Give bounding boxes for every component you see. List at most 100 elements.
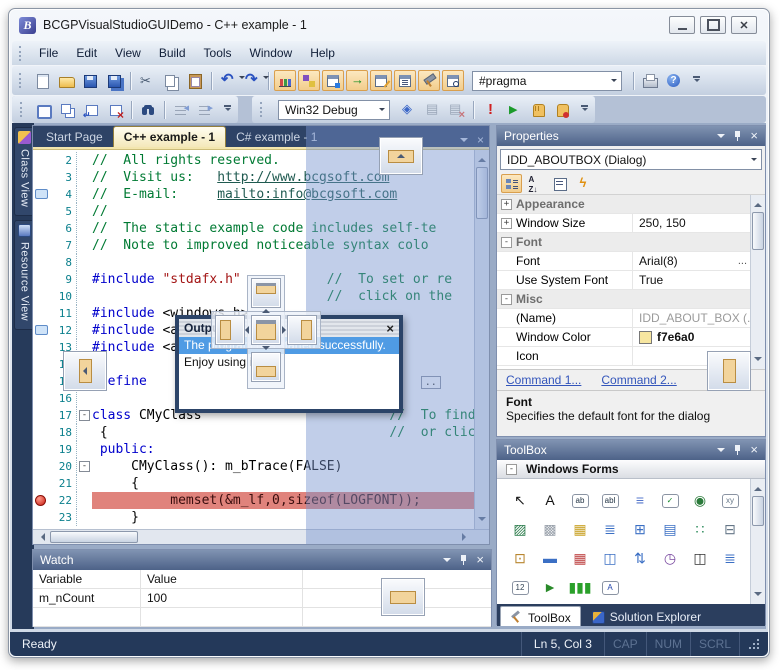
properties-scrollbar[interactable] [750, 195, 765, 369]
code-text[interactable]: memset(&m_lf,0,sizeof(LOGFONT)); [92, 492, 474, 509]
dock-edge-right[interactable] [707, 351, 751, 391]
toolbox-item-splitter[interactable]: ◫ [602, 550, 619, 567]
titlebar[interactable]: B BCGPVisualStudioGUIDemo - C++ example … [9, 9, 769, 41]
document-tab[interactable]: C# example - 1 [226, 127, 327, 147]
output-list-button[interactable] [394, 70, 416, 91]
fold-margin[interactable] [77, 220, 92, 237]
line-margin[interactable] [33, 203, 51, 220]
object-selector-combo[interactable]: IDD_ABOUTBOX (Dialog) [500, 149, 762, 170]
toolbox-item-combobox[interactable]: ▤ [662, 521, 679, 538]
minimize-button[interactable] [669, 16, 695, 34]
toolbox-item-checked-listbox[interactable]: ⊞ [632, 521, 649, 538]
chart-button[interactable] [274, 70, 296, 91]
breakpoint-icon[interactable] [35, 495, 46, 506]
open-file-button[interactable] [55, 70, 77, 91]
code-text[interactable]: { // or click on [92, 424, 474, 441]
auto-hide-pin-icon[interactable] [459, 555, 468, 566]
toolbox-item-rich-textbox[interactable]: A [602, 581, 619, 595]
code-text[interactable]: { [92, 475, 474, 492]
redo-button[interactable] [241, 70, 263, 91]
undo-button[interactable] [217, 70, 239, 91]
document-tab[interactable]: Start Page [36, 127, 113, 147]
line-margin[interactable] [33, 152, 51, 169]
command-link[interactable]: Command 1... [506, 373, 581, 387]
toolbox-item-numeric-updown[interactable]: 12 [512, 581, 529, 595]
code-text[interactable]: // The static example code includes self… [92, 220, 474, 237]
toolbox-item-tree-view[interactable]: ⊟ [722, 521, 739, 538]
line-margin[interactable] [33, 356, 51, 373]
indent-dec-button[interactable] [170, 99, 192, 120]
scroll-up-icon[interactable] [754, 199, 762, 207]
save-button[interactable] [79, 70, 101, 91]
line-margin[interactable] [33, 271, 51, 288]
dock-guide-right[interactable] [287, 315, 317, 345]
alphabetical-sort-button[interactable] [525, 174, 546, 193]
toolbar-grip[interactable] [260, 102, 264, 117]
stop-build-button[interactable] [446, 99, 468, 120]
property-pages-button[interactable] [549, 174, 570, 193]
property-value[interactable]: f7e6a0 [632, 328, 750, 346]
fold-margin[interactable] [77, 203, 92, 220]
toolbox-item-radio-button[interactable]: ◉ [692, 492, 709, 509]
expander-icon[interactable]: - [501, 237, 512, 248]
line-margin[interactable] [33, 237, 51, 254]
scroll-down-icon[interactable] [754, 357, 762, 365]
paste-button[interactable] [184, 70, 206, 91]
code-text[interactable]: public: [92, 441, 474, 458]
toolbox-item-progress-bar[interactable]: ▮▮▮ [568, 579, 591, 596]
menu-help[interactable]: Help [301, 42, 344, 64]
toolbox-group-header[interactable]: - Windows Forms [497, 460, 765, 479]
menu-file[interactable]: File [30, 42, 67, 64]
property-value[interactable]: 250, 150 [632, 214, 750, 232]
save-all-button[interactable] [103, 70, 125, 91]
toolbox-item-toolbar[interactable]: ▬ [542, 550, 559, 567]
property-row[interactable]: Use System FontTrue [497, 271, 765, 290]
menu-window[interactable]: Window [241, 42, 302, 64]
help-button[interactable] [663, 70, 685, 91]
build-button[interactable] [422, 99, 444, 120]
line-margin[interactable] [33, 186, 51, 203]
close-output-icon[interactable] [386, 321, 394, 336]
dock-guide-center[interactable] [251, 315, 281, 345]
dock-edge-top[interactable] [379, 137, 423, 175]
dock-edge-bottom[interactable] [381, 578, 425, 616]
fold-margin[interactable] [77, 305, 92, 322]
document-list-dropdown-icon[interactable] [460, 135, 468, 146]
watch-column-header[interactable]: Value [141, 570, 303, 588]
sidebar-tab-class-view[interactable]: Class View [14, 127, 34, 216]
watch-header[interactable]: Watch [33, 550, 491, 570]
auto-hide-pin-icon[interactable] [733, 131, 742, 142]
maximize-button[interactable] [700, 16, 726, 34]
line-margin[interactable] [33, 492, 51, 509]
toolbox-item-list-control[interactable]: ≣ [722, 550, 739, 567]
line-margin[interactable] [33, 220, 51, 237]
configuration-combo[interactable]: Win32 Debug [278, 100, 390, 120]
toolbar-grip[interactable] [19, 73, 23, 88]
code-text[interactable] [92, 254, 474, 271]
toolbox-item-panel[interactable]: ▩ [542, 521, 559, 538]
scroll-right-icon[interactable] [462, 533, 470, 541]
window-arrange-button[interactable] [322, 70, 344, 91]
line-margin[interactable] [33, 509, 51, 526]
panel-tab-toolbox[interactable]: ToolBox [500, 606, 581, 626]
code-text[interactable]: // Note to improved noticeable syntax co… [92, 237, 474, 254]
scroll-down-icon[interactable] [478, 517, 486, 525]
line-margin[interactable] [33, 475, 51, 492]
indent-inc-button[interactable] [194, 99, 216, 120]
line-margin[interactable] [33, 424, 51, 441]
toolbox-item-domain-updown[interactable]: ⇅ [632, 550, 649, 567]
new-file-button[interactable] [31, 70, 53, 91]
dock-guide-bottom[interactable] [251, 352, 281, 382]
property-category-row[interactable]: -Font [497, 233, 765, 252]
close-panel-icon[interactable] [476, 553, 484, 567]
toolbar-overflow-icon[interactable] [579, 105, 590, 114]
property-category-row[interactable]: +Appearance [497, 195, 765, 214]
line-margin[interactable] [33, 339, 51, 356]
toolbox-item-textbox[interactable]: abl [602, 494, 619, 508]
property-value[interactable]: True [632, 271, 750, 289]
scroll-left-icon[interactable] [37, 533, 45, 541]
fold-margin[interactable] [77, 390, 92, 407]
fold-margin[interactable] [77, 475, 92, 492]
toolbox-item-pin-control[interactable]: ► [542, 579, 559, 596]
window-cascade-button[interactable] [56, 99, 78, 120]
